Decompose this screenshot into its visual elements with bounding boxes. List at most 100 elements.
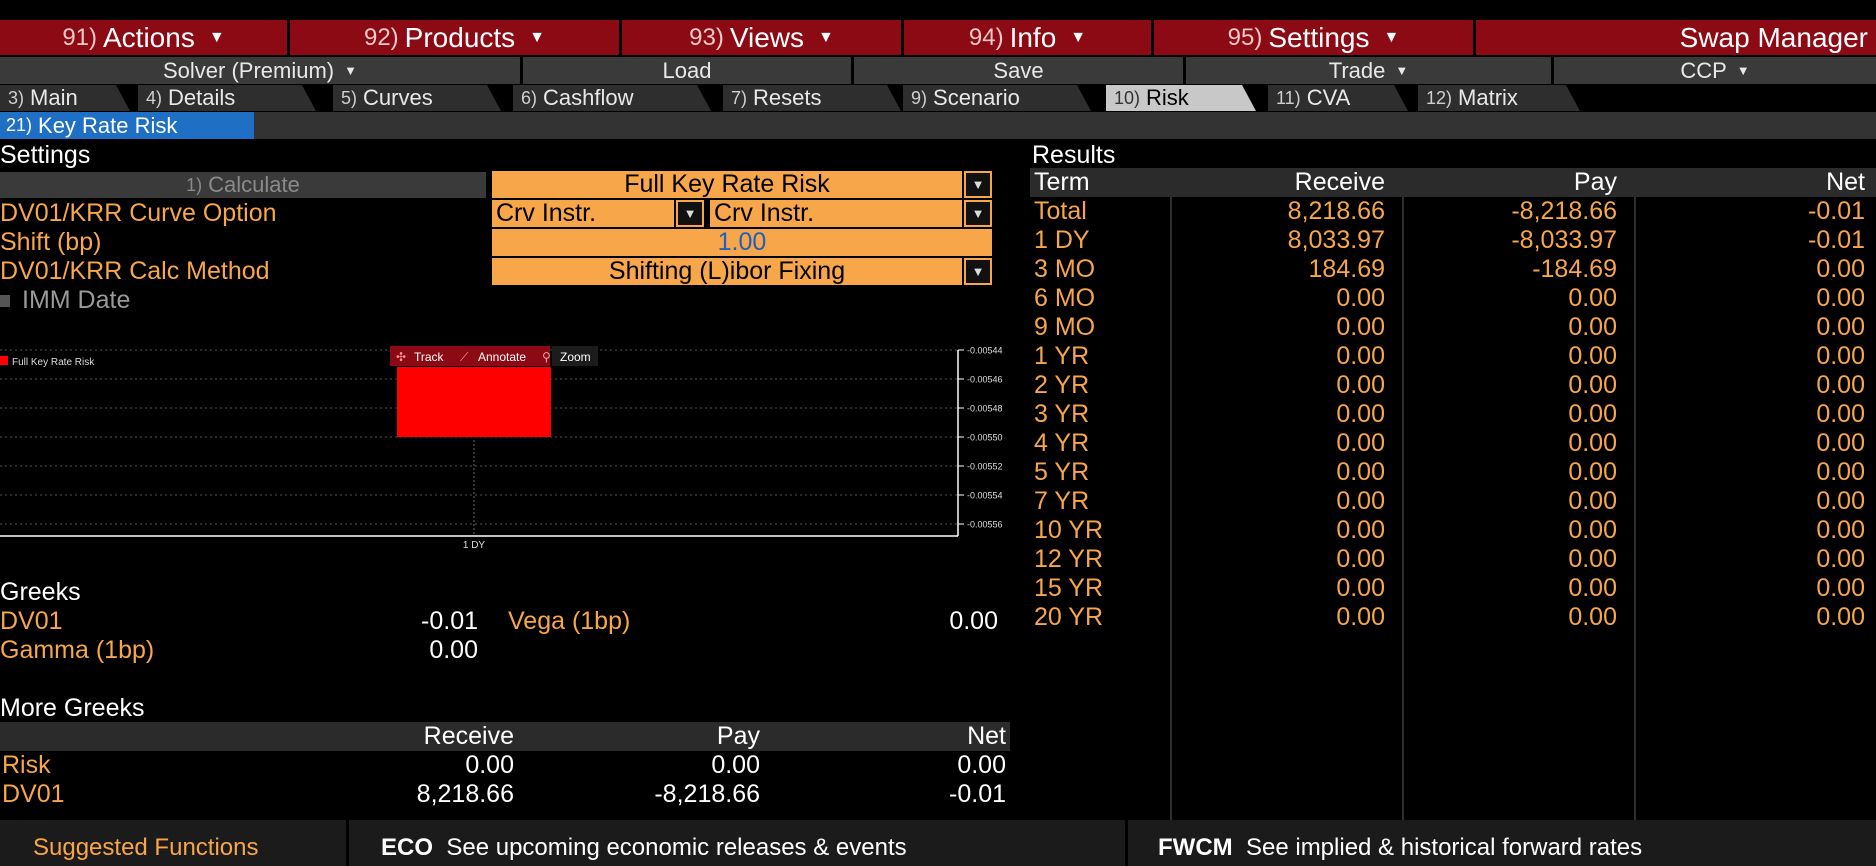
y-tick-label: -0.00544 bbox=[967, 346, 1003, 356]
net-cell: 0.00 bbox=[1816, 284, 1865, 312]
risk-mode-dropdown-arrow[interactable]: ▼ bbox=[964, 171, 992, 198]
zoom-button[interactable]: ⚲ Zoom bbox=[542, 350, 591, 364]
fwcm-description: See implied & historical forward rates bbox=[1245, 834, 1643, 861]
svg-text:Track: Track bbox=[414, 350, 445, 364]
menu-actions[interactable]: 91) Actions ▼ bbox=[0, 20, 290, 55]
legend-swatch bbox=[0, 356, 8, 365]
curve-option-select-2[interactable]: Crv Instr. bbox=[710, 199, 962, 227]
x-tick-label: 1 DY bbox=[463, 540, 486, 551]
net-cell: 0.00 bbox=[1816, 487, 1865, 515]
fwcm-code: FWCM bbox=[1158, 834, 1233, 861]
y-tick-label: -0.00548 bbox=[967, 404, 1003, 414]
chevron-down-icon: ▼ bbox=[529, 28, 546, 46]
table-row: 5 YR 0.00 0.00 0.00 bbox=[1030, 458, 1876, 487]
y-tick-label: -0.00550 bbox=[967, 433, 1003, 443]
menu-info[interactable]: 94) Info ▼ bbox=[904, 20, 1154, 55]
crosshair-icon: ✣ bbox=[396, 350, 406, 364]
table-row: 20 YR 0.00 0.00 0.00 bbox=[1030, 603, 1876, 632]
tab-details[interactable]: 4) Details bbox=[138, 85, 316, 111]
name-cell: Risk bbox=[2, 751, 51, 779]
track-button[interactable]: ✣ Track bbox=[396, 350, 445, 364]
net-cell: -0.01 bbox=[1808, 226, 1865, 254]
menu-views[interactable]: 93) Views ▼ bbox=[622, 20, 904, 55]
curve-option-1-dropdown-arrow[interactable]: ▼ bbox=[676, 200, 704, 227]
term-cell: 15 YR bbox=[1034, 574, 1104, 602]
save-button[interactable]: Save bbox=[854, 57, 1186, 84]
menu-bar: 91) Actions ▼ 92) Products ▼ 93) Views ▼… bbox=[0, 20, 1876, 55]
tab-curves[interactable]: 5) Curves bbox=[333, 85, 501, 111]
curve-option-select-1[interactable]: Crv Instr. bbox=[492, 199, 674, 227]
receive-cell: 0.00 bbox=[1336, 574, 1385, 602]
menu-products[interactable]: 92) Products ▼ bbox=[290, 20, 622, 55]
calc-method-dropdown-arrow[interactable]: ▼ bbox=[964, 258, 992, 285]
receive-cell: 8,218.66 bbox=[1287, 197, 1385, 225]
more-greeks-table: Receive Pay Net Risk 0.00 0.00 0.00 DV01 8,21… bbox=[0, 722, 1010, 809]
subtab-bar: 21) Key Rate Risk bbox=[0, 112, 1876, 139]
solver-dropdown[interactable]: Solver (Premium) ▼ bbox=[0, 57, 523, 84]
tab-cva[interactable]: 11) CVA bbox=[1268, 85, 1408, 111]
shift-input[interactable]: 1.00 bbox=[492, 228, 992, 256]
term-cell: 3 YR bbox=[1034, 400, 1090, 428]
chart-bar[interactable] bbox=[397, 367, 551, 437]
y-tick-label: -0.00554 bbox=[967, 491, 1003, 501]
tab-cashflow[interactable]: 6) Cashflow bbox=[513, 85, 711, 111]
calculate-button[interactable]: 1) Calculate bbox=[0, 172, 486, 198]
suggestion-eco[interactable]: ECO See upcoming economic releases & eve… bbox=[381, 834, 907, 862]
receive-cell: 0.00 bbox=[1336, 545, 1385, 573]
tab-risk[interactable]: 10) Risk bbox=[1106, 85, 1256, 111]
tab-bar: 3) Main 4) Details 5) Curves 6) Cashflow 7) R… bbox=[0, 85, 1876, 111]
term-cell: 1 YR bbox=[1034, 342, 1090, 370]
receive-cell: 0.00 bbox=[1336, 400, 1385, 428]
header-receive: Receive bbox=[1294, 168, 1385, 196]
receive-cell: 0.00 bbox=[1336, 371, 1385, 399]
tab-scenario[interactable]: 9) Scenario bbox=[903, 85, 1091, 111]
net-cell: 0.00 bbox=[1816, 516, 1865, 544]
results-table: Term Receive Pay Net Total 8,218.66 -8,218… bbox=[1030, 168, 1876, 632]
chevron-down-icon: ▼ bbox=[1395, 63, 1409, 78]
svg-text:Annotate: Annotate bbox=[478, 350, 526, 364]
tab-main[interactable]: 3) Main bbox=[0, 85, 130, 111]
table-row: Total 8,218.66 -8,218.66 -0.01 bbox=[1030, 197, 1876, 226]
tab-resets[interactable]: 7) Resets bbox=[723, 85, 901, 111]
pay-cell: 0.00 bbox=[1568, 487, 1617, 515]
menu-products-label: Products bbox=[404, 21, 516, 53]
load-button[interactable]: Load bbox=[523, 57, 854, 84]
net-cell: -0.01 bbox=[949, 780, 1006, 808]
pay-cell: -8,033.97 bbox=[1511, 226, 1617, 254]
tab-matrix[interactable]: 12) Matrix bbox=[1418, 85, 1580, 111]
y-tick-label: -0.00546 bbox=[967, 375, 1003, 385]
header-pay: Pay bbox=[1573, 168, 1617, 196]
eco-code: ECO bbox=[381, 834, 434, 861]
greeks-title: Greeks bbox=[0, 578, 81, 606]
curve-option-2-dropdown-arrow[interactable]: ▼ bbox=[964, 200, 992, 227]
imm-date-label: IMM Date bbox=[22, 286, 131, 314]
pencil-icon: ⟋ bbox=[460, 350, 469, 364]
net-cell: 0.00 bbox=[1816, 255, 1865, 283]
more-greeks-title: More Greeks bbox=[0, 694, 145, 722]
imm-date-checkbox[interactable] bbox=[0, 295, 10, 307]
menu-settings[interactable]: 95) Settings ▼ bbox=[1154, 20, 1476, 55]
calc-method-select[interactable]: Shifting (L)ibor Fixing bbox=[492, 257, 962, 285]
receive-cell: 184.69 bbox=[1308, 255, 1385, 283]
subtab-key-rate-risk[interactable]: 21) Key Rate Risk bbox=[0, 112, 254, 139]
dv01-value: -0.01 bbox=[421, 607, 478, 635]
term-cell: 3 MO bbox=[1034, 255, 1096, 283]
calc-method-label: DV01/KRR Calc Method bbox=[0, 257, 270, 285]
risk-mode-select[interactable]: Full Key Rate Risk bbox=[492, 170, 962, 198]
chevron-down-icon: ▼ bbox=[1736, 63, 1750, 78]
table-row: Risk 0.00 0.00 0.00 bbox=[0, 751, 1010, 780]
suggestion-fwcm[interactable]: FWCM See implied & historical forward ra… bbox=[1158, 834, 1642, 862]
trade-dropdown[interactable]: Trade ▼ bbox=[1186, 57, 1554, 84]
magnifier-icon: ⚲ bbox=[542, 350, 551, 364]
chevron-down-icon: ▼ bbox=[1383, 28, 1400, 46]
pay-cell: -184.69 bbox=[1532, 255, 1617, 283]
menu-views-label: Views bbox=[729, 21, 805, 53]
ccp-dropdown[interactable]: CCP ▼ bbox=[1554, 57, 1876, 84]
action-bar: Solver (Premium) ▼ Load Save Trade ▼ CCP… bbox=[0, 57, 1876, 84]
menu-settings-label: Settings bbox=[1268, 21, 1370, 53]
receive-cell: 0.00 bbox=[1336, 603, 1385, 631]
header-net: Net bbox=[1826, 168, 1865, 196]
chart-bars bbox=[397, 367, 551, 437]
receive-cell: 8,218.66 bbox=[416, 780, 514, 808]
pay-cell: 0.00 bbox=[1568, 574, 1617, 602]
